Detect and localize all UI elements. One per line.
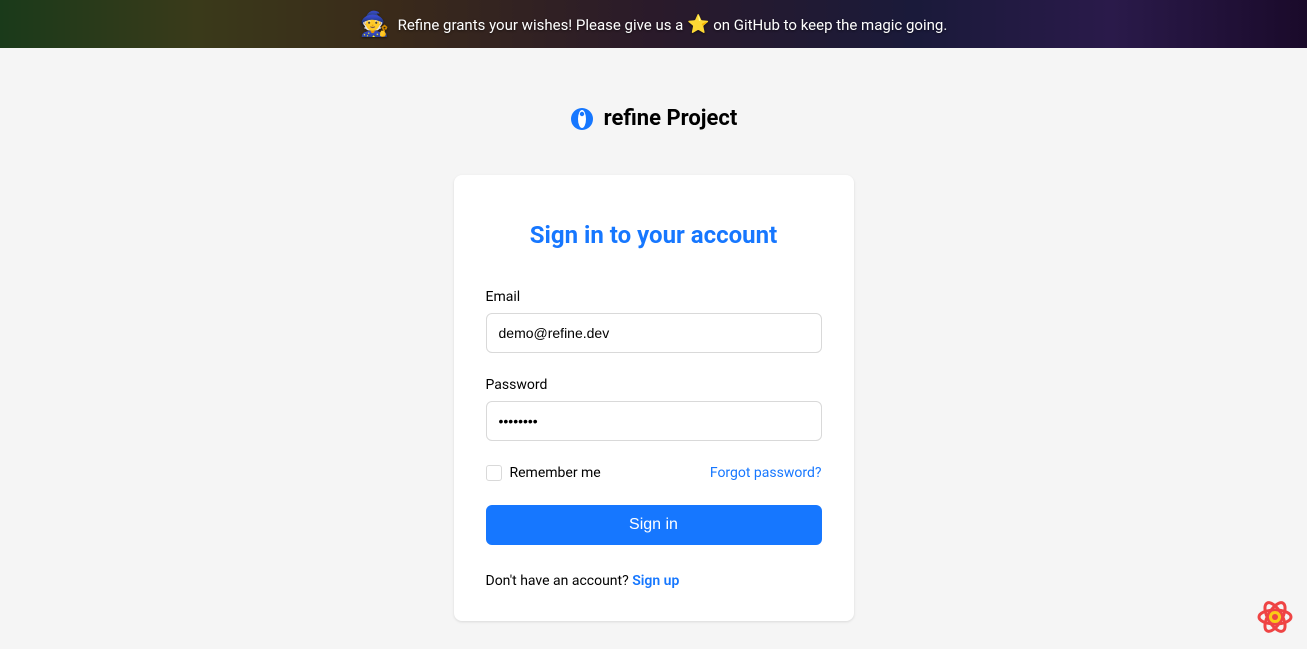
- brand-header: refine Project: [570, 106, 738, 131]
- refine-logo-icon: [570, 107, 594, 131]
- password-group: Password: [486, 377, 822, 441]
- password-label: Password: [486, 377, 822, 393]
- signin-button[interactable]: Sign in: [486, 505, 822, 545]
- react-query-devtools-icon[interactable]: [1255, 597, 1295, 637]
- email-field[interactable]: [486, 313, 822, 353]
- remember-me-wrap[interactable]: Remember me: [486, 465, 601, 481]
- banner-text-before: Refine grants your wishes! Please give u…: [398, 16, 687, 34]
- signup-link[interactable]: Sign up: [632, 573, 679, 589]
- options-row: Remember me Forgot password?: [486, 465, 822, 481]
- remember-me-label: Remember me: [510, 465, 601, 481]
- password-field[interactable]: [486, 401, 822, 441]
- remember-me-checkbox[interactable]: [486, 465, 502, 481]
- email-label: Email: [486, 289, 822, 305]
- banner-text: Refine grants your wishes! Please give u…: [398, 14, 948, 35]
- star-icon: ⭐: [687, 14, 709, 35]
- promo-banner: 🧙 Refine grants your wishes! Please give…: [0, 0, 1307, 48]
- forgot-password-link[interactable]: Forgot password?: [710, 465, 822, 481]
- signup-prompt: Don't have an account?: [486, 573, 633, 589]
- wizard-icon: 🧙: [360, 10, 390, 38]
- banner-text-after: on GitHub to keep the magic going.: [713, 16, 947, 34]
- brand-title: refine Project: [604, 106, 738, 131]
- page-content: refine Project Sign in to your account E…: [0, 48, 1307, 621]
- card-title: Sign in to your account: [486, 221, 822, 249]
- email-group: Email: [486, 289, 822, 353]
- signin-card: Sign in to your account Email Password R…: [454, 175, 854, 621]
- signup-row: Don't have an account? Sign up: [486, 573, 822, 589]
